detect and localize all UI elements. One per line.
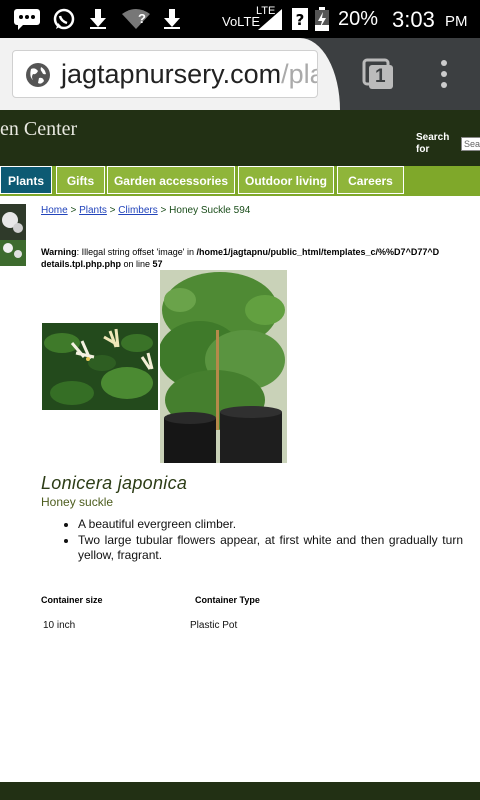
breadcrumb-sep: >: [67, 205, 80, 216]
nav-item-careers[interactable]: Careers: [337, 166, 404, 194]
search-label-line-1: Search: [416, 132, 450, 143]
svg-text:?: ?: [296, 11, 305, 29]
url-host: jagtapnursery.com: [61, 59, 282, 89]
sms-icon: [12, 7, 42, 31]
download-icon: [86, 7, 110, 31]
breadcrumb-climbers[interactable]: Climbers: [118, 205, 157, 216]
url-path: /pla: [281, 59, 317, 89]
more-vert-icon: [441, 60, 447, 88]
warning-label: Warning: [41, 247, 77, 257]
product-image-potted-plant[interactable]: [158, 270, 287, 463]
spec-value-container-type: Plastic Pot: [190, 620, 238, 631]
breadcrumb-current: Honey Suckle 594: [169, 205, 251, 216]
download-icon-2: [160, 7, 184, 31]
main-nav: Plants Gifts Garden accessories Outdoor …: [0, 166, 480, 196]
breadcrumb: Home > Plants > Climbers > Honey Suckle …: [41, 205, 250, 216]
spec-header-container-type: Container Type: [195, 595, 260, 605]
breadcrumb-sep: >: [106, 205, 119, 216]
wifi-icon: ?: [120, 7, 152, 31]
url-text: jagtapnursery.com/pla: [61, 59, 317, 90]
battery-icon: [314, 7, 330, 31]
url-field[interactable]: jagtapnursery.com/pla: [12, 50, 318, 98]
breadcrumb-sep: >: [157, 205, 170, 216]
spec-value-container-size: 10 inch: [43, 620, 76, 631]
site-header: en Center Search for Sear: [0, 110, 480, 166]
nav-item-plants[interactable]: Plants: [0, 166, 52, 194]
search-label: Search for: [416, 132, 449, 156]
warning-file: details.tpl.php.php: [41, 259, 121, 269]
status-bar: ? VoLTE LTE ? 20% 3:03 PM: [0, 0, 480, 38]
tab-count: 1: [375, 66, 386, 87]
site-brand[interactable]: en Center: [0, 118, 77, 141]
nav-item-outdoor-living[interactable]: Outdoor living: [238, 166, 334, 194]
warning-on-line: on line: [121, 259, 153, 269]
product-features: A beautiful evergreen climber. Two large…: [66, 517, 463, 564]
url-bar-container: jagtapnursery.com/pla: [0, 38, 340, 110]
nav-item-garden-accessories[interactable]: Garden accessories: [107, 166, 235, 194]
clock-ampm: PM: [445, 13, 468, 30]
search-input[interactable]: Sear: [461, 137, 480, 151]
wifi-question: ?: [138, 11, 146, 26]
browser-toolbar: jagtapnursery.com/pla 1: [0, 38, 480, 110]
feature-item: A beautiful evergreen climber.: [78, 517, 463, 532]
signal-icon: [254, 7, 284, 31]
nav-item-gifts[interactable]: Gifts: [56, 166, 105, 194]
feature-item: Two large tubular flowers appear, at fir…: [78, 533, 463, 563]
overflow-menu-button[interactable]: [436, 58, 452, 90]
spec-header-container-size: Container size: [41, 595, 103, 605]
battery-percent: 20%: [338, 8, 379, 30]
globe-icon: [26, 63, 50, 87]
search-label-line-2: for: [416, 144, 430, 155]
warning-path: /home1/jagtapnu/public_html/templates_c/…: [196, 247, 440, 257]
product-image-flowers[interactable]: [42, 323, 158, 410]
breadcrumb-home[interactable]: Home: [41, 205, 68, 216]
php-warning: Warning: Illegal string offset 'image' i…: [41, 246, 480, 270]
breadcrumb-plants[interactable]: Plants: [79, 205, 107, 216]
site-footer: [0, 782, 480, 800]
unknown-notification-icon: ?: [290, 7, 310, 31]
whatsapp-icon: [50, 7, 78, 31]
warning-message: : Illegal string offset 'image' in: [76, 247, 197, 257]
sidebar-thumbnail[interactable]: [0, 204, 26, 266]
tab-switcher-button[interactable]: 1: [362, 58, 394, 90]
product-common-name: Honey suckle: [41, 495, 114, 509]
clock: 3:03: [392, 7, 435, 32]
warning-line: 57: [152, 259, 163, 269]
product-latin-name: Lonicera japonica: [41, 473, 188, 493]
